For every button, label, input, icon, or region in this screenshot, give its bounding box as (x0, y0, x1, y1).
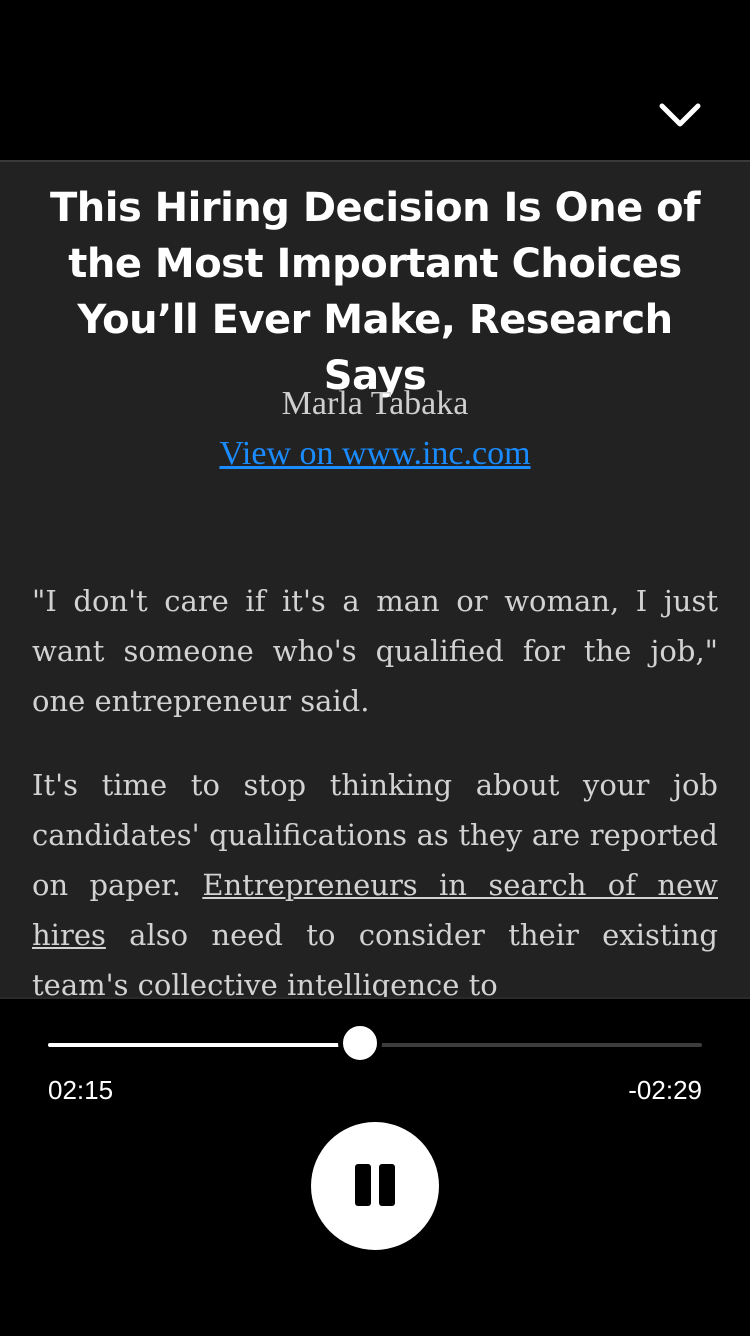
pause-icon (355, 1164, 371, 1206)
paragraph: It's time to stop thinking about your jo… (32, 760, 718, 997)
top-bar (0, 0, 750, 160)
article-title: This Hiring Decision Is One of the Most … (49, 185, 701, 399)
paragraph: "I don't care if it's a man or woman, I … (32, 584, 718, 718)
article-body: "I don't care if it's a man or woman, I … (32, 576, 718, 997)
audio-player: 02:15 -02:29 (0, 997, 750, 1336)
remaining-time: -02:29 (628, 1075, 702, 1105)
scrubber-knob[interactable] (337, 1021, 382, 1065)
article-content[interactable]: This Hiring Decision Is One of the Most … (0, 162, 750, 997)
paragraph-text: also need to consider their existing tea… (32, 918, 718, 997)
progress-fill (48, 1043, 360, 1047)
article-author: Marla Tabaka (281, 385, 469, 422)
elapsed-time: 02:15 (48, 1075, 114, 1105)
chevron-down-icon[interactable] (650, 92, 710, 140)
pause-button[interactable] (311, 1122, 439, 1250)
pause-icon (379, 1164, 395, 1206)
source-link[interactable]: View on www.inc.com (0, 430, 750, 478)
progress-track[interactable] (48, 1021, 702, 1065)
